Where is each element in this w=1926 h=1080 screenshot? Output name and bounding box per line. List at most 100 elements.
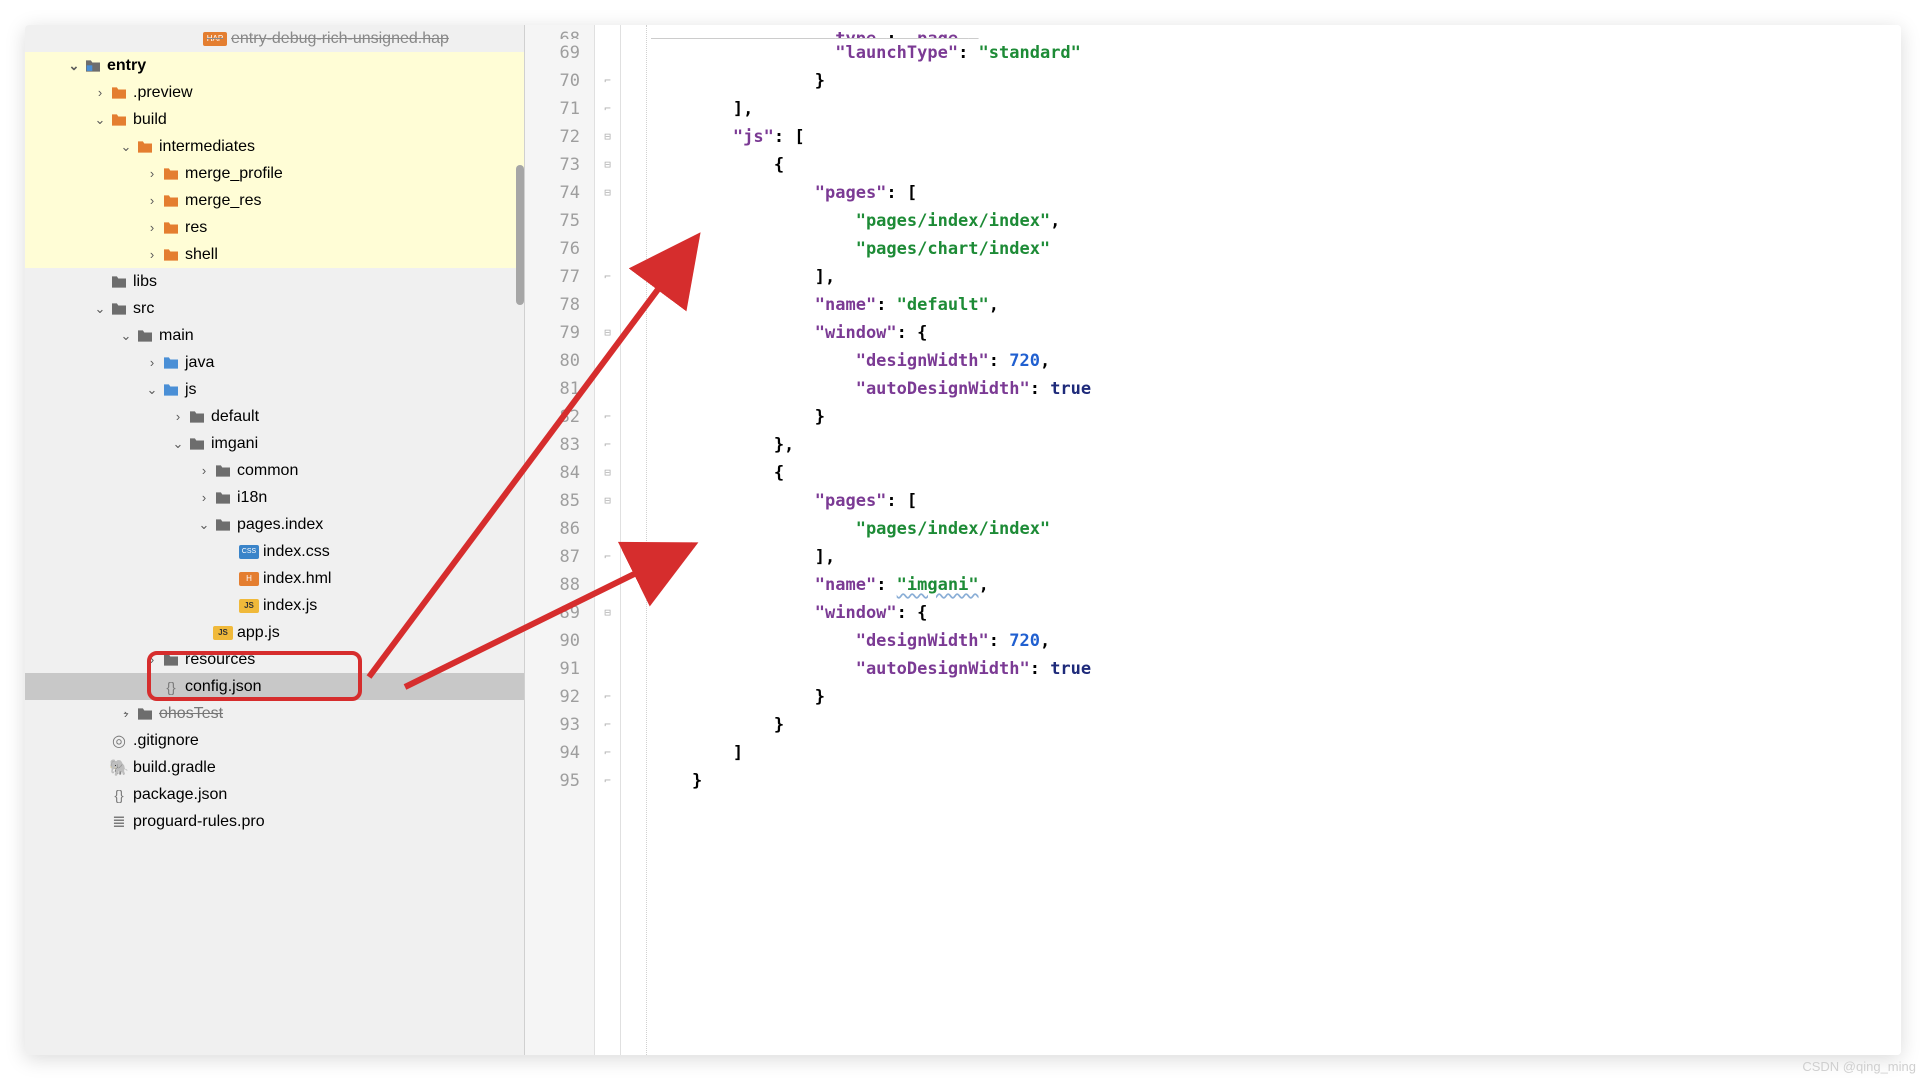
- fold-marker[interactable]: ⌐: [595, 739, 620, 767]
- code-line[interactable]: }: [651, 67, 1901, 95]
- tree-item-config-json[interactable]: {} config.json: [25, 673, 524, 700]
- fold-marker[interactable]: ⊟: [595, 151, 620, 179]
- chevron-right-icon: ›: [143, 652, 161, 667]
- tree-item-common[interactable]: › common: [25, 457, 524, 484]
- tree-item-i18n[interactable]: › i18n: [25, 484, 524, 511]
- tree-item-main[interactable]: ⌄ main: [25, 322, 524, 349]
- fold-marker[interactable]: [595, 235, 620, 263]
- code-content[interactable]: type : page , "launchType": "standard" }…: [647, 25, 1901, 1055]
- tree-item-default[interactable]: › default: [25, 403, 524, 430]
- code-line[interactable]: }: [651, 683, 1901, 711]
- folder-icon: [161, 354, 181, 372]
- tree-item-gitignore[interactable]: ◎ .gitignore: [25, 727, 524, 754]
- code-line[interactable]: ],: [651, 263, 1901, 291]
- tree-item-entry[interactable]: ⌄ entry: [25, 52, 524, 79]
- code-line[interactable]: "autoDesignWidth": true: [651, 375, 1901, 403]
- code-line[interactable]: "window": {: [651, 319, 1901, 347]
- fold-marker[interactable]: [595, 571, 620, 599]
- project-tree[interactable]: HAP entry-debug-rich-unsigned.hap ⌄ entr…: [25, 25, 525, 1055]
- tree-item-build-gradle[interactable]: 🐘 build.gradle: [25, 754, 524, 781]
- tree-item-index-hml[interactable]: H index.hml: [25, 565, 524, 592]
- tree-item-ohostest[interactable]: › ohosTest: [25, 700, 524, 727]
- fold-marker[interactable]: ⌐: [595, 431, 620, 459]
- fold-marker[interactable]: [595, 627, 620, 655]
- code-line[interactable]: "name": "default",: [651, 291, 1901, 319]
- tree-item-pages-index[interactable]: ⌄ pages.index: [25, 511, 524, 538]
- tree-label: shell: [185, 246, 218, 264]
- fold-marker[interactable]: ⌐: [595, 711, 620, 739]
- tree-item-res[interactable]: › res: [25, 214, 524, 241]
- code-line[interactable]: "launchType": "standard": [651, 39, 1901, 67]
- code-line[interactable]: "name": "imgani",: [651, 571, 1901, 599]
- code-line[interactable]: "pages/chart/index": [651, 235, 1901, 263]
- fold-marker[interactable]: ⊟: [595, 179, 620, 207]
- fold-marker[interactable]: [595, 291, 620, 319]
- tree-item-js[interactable]: ⌄ js: [25, 376, 524, 403]
- tree-item-package-json[interactable]: {} package.json: [25, 781, 524, 808]
- code-line[interactable]: "autoDesignWidth": true: [651, 655, 1901, 683]
- code-line[interactable]: {: [651, 151, 1901, 179]
- tree-item-app-js[interactable]: JS app.js: [25, 619, 524, 646]
- tree-item-build[interactable]: ⌄ build: [25, 106, 524, 133]
- code-line[interactable]: "designWidth": 720,: [651, 627, 1901, 655]
- line-number: 93: [525, 711, 580, 739]
- scrollbar-thumb[interactable]: [516, 165, 524, 305]
- js-file-icon: JS: [213, 626, 233, 640]
- tree-item-proguard[interactable]: ≣ proguard-rules.pro: [25, 808, 524, 835]
- fold-marker[interactable]: [595, 375, 620, 403]
- tree-label: imgani: [211, 435, 258, 453]
- code-editor[interactable]: 6869707172737475767778798081828384858687…: [525, 25, 1901, 1055]
- fold-marker[interactable]: ⌐: [595, 683, 620, 711]
- tree-item-resources[interactable]: › resources: [25, 646, 524, 673]
- tree-item-merge-profile[interactable]: › merge_profile: [25, 160, 524, 187]
- code-line[interactable]: type : page ,: [651, 25, 1901, 39]
- code-line[interactable]: "window": {: [651, 599, 1901, 627]
- tree-item-intermediates[interactable]: ⌄ intermediates: [25, 133, 524, 160]
- tree-item-libs[interactable]: libs: [25, 268, 524, 295]
- code-line[interactable]: "pages": [: [651, 487, 1901, 515]
- fold-marker[interactable]: [595, 39, 620, 67]
- fold-marker[interactable]: ⊟: [595, 319, 620, 347]
- code-line[interactable]: {: [651, 459, 1901, 487]
- fold-gutter[interactable]: ⌐⌐⊟⊟⊟⌐⊟⌐⌐⊟⊟⌐⊟⌐⌐⌐⌐: [595, 25, 621, 1055]
- fold-marker[interactable]: ⌐: [595, 95, 620, 123]
- fold-marker[interactable]: [595, 207, 620, 235]
- fold-marker[interactable]: ⊟: [595, 459, 620, 487]
- code-line[interactable]: "pages/index/index",: [651, 207, 1901, 235]
- code-line[interactable]: ],: [651, 543, 1901, 571]
- tree-item-java[interactable]: › java: [25, 349, 524, 376]
- tree-item-imgani[interactable]: ⌄ imgani: [25, 430, 524, 457]
- code-line[interactable]: }: [651, 767, 1901, 795]
- tree-item-preview[interactable]: › .preview: [25, 79, 524, 106]
- tree-item-index-css[interactable]: CSS index.css: [25, 538, 524, 565]
- tree-item-hap-file[interactable]: HAP entry-debug-rich-unsigned.hap: [25, 25, 524, 52]
- fold-marker[interactable]: [595, 25, 620, 39]
- tree-item-src[interactable]: ⌄ src: [25, 295, 524, 322]
- folder-icon: [213, 489, 233, 507]
- fold-marker[interactable]: ⊟: [595, 123, 620, 151]
- fold-marker[interactable]: ⌐: [595, 767, 620, 795]
- code-line[interactable]: }: [651, 711, 1901, 739]
- fold-marker[interactable]: ⌐: [595, 67, 620, 95]
- code-line[interactable]: "designWidth": 720,: [651, 347, 1901, 375]
- tree-item-merge-res[interactable]: › merge_res: [25, 187, 524, 214]
- fold-marker[interactable]: [595, 655, 620, 683]
- code-line[interactable]: "pages/index/index": [651, 515, 1901, 543]
- fold-marker[interactable]: ⊟: [595, 599, 620, 627]
- line-number: 84: [525, 459, 580, 487]
- code-line[interactable]: },: [651, 431, 1901, 459]
- tree-item-shell[interactable]: › shell: [25, 241, 524, 268]
- code-line[interactable]: "js": [: [651, 123, 1901, 151]
- fold-marker[interactable]: ⌐: [595, 543, 620, 571]
- code-line[interactable]: ],: [651, 95, 1901, 123]
- gitignore-file-icon: ◎: [109, 732, 129, 750]
- code-line[interactable]: "pages": [: [651, 179, 1901, 207]
- fold-marker[interactable]: ⌐: [595, 263, 620, 291]
- code-line[interactable]: }: [651, 403, 1901, 431]
- code-line[interactable]: ]: [651, 739, 1901, 767]
- fold-marker[interactable]: [595, 347, 620, 375]
- tree-item-index-js[interactable]: JS index.js: [25, 592, 524, 619]
- fold-marker[interactable]: ⌐: [595, 403, 620, 431]
- fold-marker[interactable]: [595, 515, 620, 543]
- fold-marker[interactable]: ⊟: [595, 487, 620, 515]
